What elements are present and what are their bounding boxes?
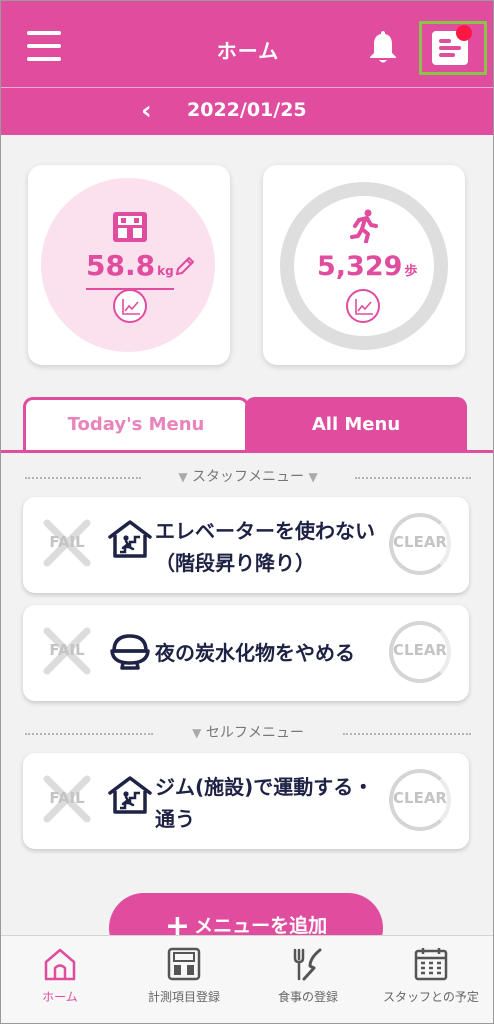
menu-text: エレベーターを使わない（階段昇り降り） — [155, 519, 375, 575]
steps-value: 5,329 歩 — [317, 251, 417, 282]
steps-unit: 歩 — [404, 264, 418, 279]
house-stairs-icon — [108, 776, 152, 814]
fork-knife-icon — [293, 948, 322, 981]
weight-card[interactable]: 58.8 kg — [28, 165, 230, 365]
staff-menu-separator: ▼ スタッフメニュー ▼ — [25, 467, 471, 487]
weight-value: 58.8 kg — [86, 251, 174, 290]
scale-icon — [113, 212, 147, 242]
fail-button[interactable]: FAIL — [41, 625, 93, 677]
steps-graph-button[interactable] — [346, 289, 380, 323]
fail-button[interactable]: FAIL — [41, 773, 93, 825]
graph-icon — [355, 299, 373, 315]
nav-meal[interactable]: 食事の登録 — [249, 936, 367, 1023]
add-menu-label: メニューを追加 — [194, 915, 328, 937]
weight-unit: kg — [157, 264, 174, 278]
house-stairs-icon — [108, 520, 152, 558]
clear-button[interactable]: CLEAR — [389, 769, 451, 831]
previous-date-button[interactable]: ‹ — [141, 96, 152, 126]
scale-icon — [167, 947, 201, 981]
notice-button[interactable] — [419, 21, 487, 75]
graph-icon — [122, 299, 140, 315]
staff-menu-heading: スタッフメニュー — [192, 469, 304, 485]
bottom-navigation: ホーム 計測項目登録 食事の登録 スタッフとの予定 — [1, 935, 493, 1023]
clear-button[interactable]: CLEAR — [389, 513, 451, 575]
running-person-icon — [350, 209, 378, 243]
self-menu-heading: セルフメニュー — [205, 725, 304, 741]
weight-graph-button[interactable] — [113, 289, 147, 323]
nav-label: スタッフとの予定 — [383, 990, 479, 1004]
bell-icon[interactable] — [367, 29, 399, 65]
calendar-icon — [414, 948, 448, 981]
notification-dot — [456, 25, 472, 41]
rice-bowl-icon — [110, 634, 150, 670]
clear-label: CLEAR — [393, 641, 447, 659]
pencil-icon[interactable] — [174, 255, 196, 277]
current-date: 2022/01/25 — [187, 99, 307, 121]
nav-label: 計測項目登録 — [147, 990, 220, 1004]
menu-text: 夜の炭水化物をやめる — [155, 641, 355, 665]
clear-button[interactable]: CLEAR — [389, 621, 451, 683]
menu-card-gym[interactable]: FAIL ジム(施設)で運動する・通う CLEAR — [23, 753, 469, 849]
tab-todays-menu[interactable]: Today's Menu — [23, 397, 249, 451]
weight-number: 58.8 — [86, 249, 156, 282]
fail-label: FAIL — [49, 533, 85, 551]
menu-text: ジム(施設)で運動する・通う — [155, 775, 374, 831]
clear-label: CLEAR — [393, 533, 447, 551]
clear-label: CLEAR — [393, 789, 447, 807]
self-menu-separator: ▼ セルフメニュー — [25, 723, 471, 743]
nav-label: 食事の登録 — [277, 990, 338, 1004]
app-header: ホーム — [1, 1, 493, 87]
nav-label: ホーム — [42, 990, 78, 1004]
fail-button[interactable]: FAIL — [41, 517, 93, 569]
tab-underline — [1, 450, 493, 453]
fail-label: FAIL — [49, 641, 85, 659]
steps-card[interactable]: 5,329 歩 — [263, 165, 465, 365]
tab-all-menu[interactable]: All Menu — [245, 397, 467, 451]
nav-home[interactable]: ホーム — [1, 936, 119, 1023]
menu-card-stairs[interactable]: FAIL エレベーターを使わない（階段昇り降り） CLEAR — [23, 497, 469, 593]
fail-label: FAIL — [49, 789, 85, 807]
steps-number: 5,329 — [317, 251, 403, 282]
app-screen: ホーム ‹ 2022/01/25 58.8 kg 5,329 歩 Today's… — [0, 0, 494, 1024]
date-bar: ‹ 2022/01/25 — [1, 87, 493, 135]
nav-staff-schedule[interactable]: スタッフとの予定 — [367, 936, 493, 1023]
home-icon — [44, 948, 76, 981]
nav-measurement[interactable]: 計測項目登録 — [119, 936, 249, 1023]
menu-card-carbs[interactable]: FAIL 夜の炭水化物をやめる CLEAR — [23, 605, 469, 701]
menu-tabs: Today's Menu All Menu — [23, 397, 467, 451]
